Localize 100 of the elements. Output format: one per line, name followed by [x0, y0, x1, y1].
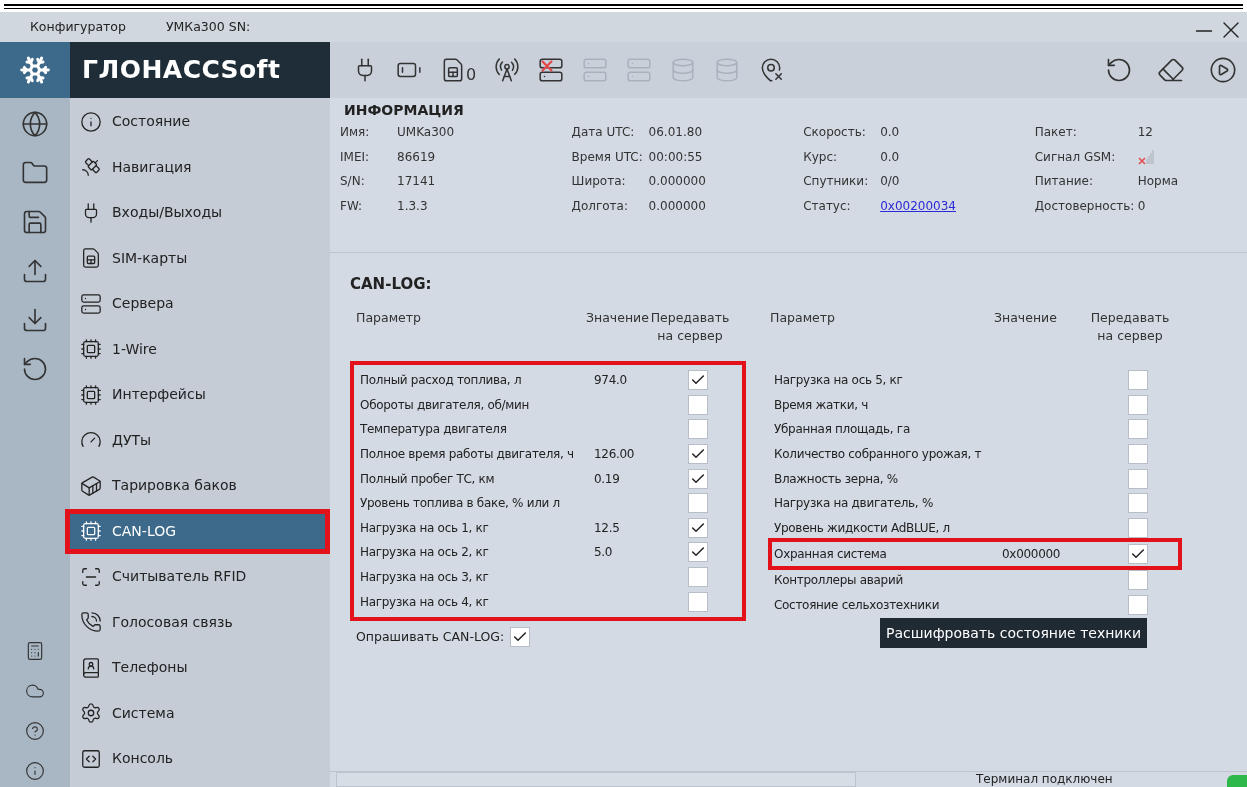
calculator-icon [25, 641, 45, 661]
column-header: Передавать на сервер [650, 309, 730, 345]
checkbox[interactable] [1128, 544, 1148, 565]
nav-item[interactable]: Телефоны [65, 645, 330, 691]
globe-icon [21, 110, 49, 138]
info-value: 00:00:55 [648, 148, 703, 166]
checkbox[interactable] [510, 627, 531, 648]
antenna-icon [494, 57, 521, 83]
info-value: 0 [1137, 197, 1146, 215]
info-value: 06.01.80 [648, 124, 702, 142]
column-header: Значение [586, 309, 650, 327]
parameter-name: Время жатки, ч [773, 396, 870, 414]
checkbox[interactable] [688, 517, 708, 538]
info-value: Норма [1137, 173, 1179, 191]
info-label: Спутники: [803, 173, 870, 191]
nav-item[interactable]: Входы/Выходы [65, 190, 330, 236]
nav-item[interactable]: Консоль [65, 736, 330, 782]
status-text: Терминал подключен [976, 772, 1113, 787]
info-label: FW: [340, 197, 364, 215]
info-value: 0.000000 [648, 173, 706, 191]
info-value: 17141 [397, 173, 436, 191]
nav-item[interactable]: Интерфейсы [65, 372, 330, 418]
checkbox[interactable] [688, 567, 708, 588]
parameter-name: Влажность зерна, % [773, 470, 899, 488]
sim-count: 0 [466, 67, 477, 83]
parameter-name: Уровень жидкости AdBLUE, л [773, 519, 951, 537]
settings-icon [80, 702, 102, 725]
nav-item[interactable]: ДУТы [65, 417, 330, 463]
checkbox[interactable] [1128, 419, 1148, 440]
logo-mark [0, 42, 70, 98]
parameter-name: Полный пробег ТС, км [359, 470, 496, 488]
parameter-name: Нагрузка на ось 5, кг [773, 372, 904, 390]
parameter-name: Полный расход топлива, л [359, 372, 523, 390]
server-icon [80, 292, 102, 315]
info-value: 0.0 [880, 124, 900, 142]
poll-label: Опрашивать CAN-LOG: [356, 627, 505, 646]
nav-item[interactable]: SIM-карты [65, 235, 330, 281]
info-label: Питание: [1034, 173, 1094, 191]
nav-item[interactable]: Навигация [65, 144, 330, 190]
checkbox[interactable] [688, 591, 708, 612]
column-header: Параметр [769, 309, 836, 327]
info-label: Статус: [803, 197, 852, 215]
sim-card-icon [80, 247, 102, 270]
info-label: S/N: [340, 173, 366, 191]
checkbox[interactable] [1128, 468, 1148, 489]
status-link[interactable]: 0x00200034 [880, 196, 956, 215]
checkbox[interactable] [1128, 493, 1148, 514]
download-icon [21, 306, 49, 334]
nav-item[interactable]: Состояние [65, 99, 330, 145]
parameter-name: Нагрузка на двигатель, % [773, 495, 934, 513]
nav-item[interactable]: Голосовая связь [65, 599, 330, 645]
nav-item[interactable]: Тарировка баков [65, 463, 330, 509]
upload-icon [21, 257, 49, 285]
parameter-name: Охранная система [773, 546, 888, 564]
decode-button[interactable]: Расшифровать состояние техники [880, 618, 1147, 649]
nav-item[interactable]: 1-Wire [65, 326, 330, 372]
parameter-name: Нагрузка на ось 2, кг [359, 544, 490, 562]
checkbox[interactable] [1128, 444, 1148, 465]
parameter-name: Уровень топлива в баке, % или л [359, 495, 561, 513]
checkbox[interactable] [688, 394, 708, 415]
scanner-icon [80, 565, 102, 588]
checkbox[interactable] [688, 493, 708, 514]
nav-item[interactable]: Система [65, 690, 330, 736]
checkbox[interactable] [688, 542, 708, 563]
info-value: 0.000000 [648, 197, 706, 215]
checkbox[interactable] [1128, 570, 1148, 591]
eraser-icon [1157, 56, 1185, 84]
nav-item[interactable]: CAN-LOG [65, 508, 330, 554]
console-icon [80, 747, 102, 770]
logo-text: ГЛОНАССSoft [82, 54, 281, 87]
info-label: Пакет: [1034, 124, 1078, 142]
nav-item[interactable]: Сервера [65, 281, 330, 327]
parameter-name: Состояние сельхозтехники [773, 597, 941, 615]
checkbox[interactable] [1128, 394, 1148, 415]
satellite-icon [80, 156, 102, 179]
checkbox[interactable] [688, 370, 708, 391]
checkbox[interactable] [1128, 370, 1148, 391]
column-header: Передавать на сервер [1090, 309, 1170, 345]
checkbox[interactable] [688, 468, 708, 489]
server-icon [582, 57, 609, 83]
server-icon [538, 57, 565, 83]
checkbox[interactable] [1128, 517, 1148, 538]
parameter-name: Обороты двигателя, об/мин [359, 396, 531, 414]
section-title: ИНФОРМАЦИЯ [343, 101, 465, 120]
info-label: Долгота: [571, 197, 629, 215]
parameter-value: 12.5 [594, 519, 621, 537]
database-icon [670, 57, 697, 83]
info-value: 0/0 [880, 173, 900, 191]
parameter-name: Нагрузка на ось 4, кг [359, 593, 490, 611]
info-label: Скорость: [803, 124, 867, 142]
parameter-name: Убранная площадь, га [773, 421, 911, 439]
play-icon [1209, 56, 1237, 84]
checkbox[interactable] [1128, 595, 1148, 616]
save-icon [21, 208, 49, 236]
checkbox[interactable] [688, 419, 708, 440]
nav-item[interactable]: Считыватель RFID [65, 554, 330, 600]
parameter-value: 126.00 [594, 446, 636, 464]
checkbox[interactable] [688, 444, 708, 465]
info-label: Сигнал GSM: [1034, 148, 1117, 166]
device-title: УМКа300 SN: [165, 17, 251, 36]
